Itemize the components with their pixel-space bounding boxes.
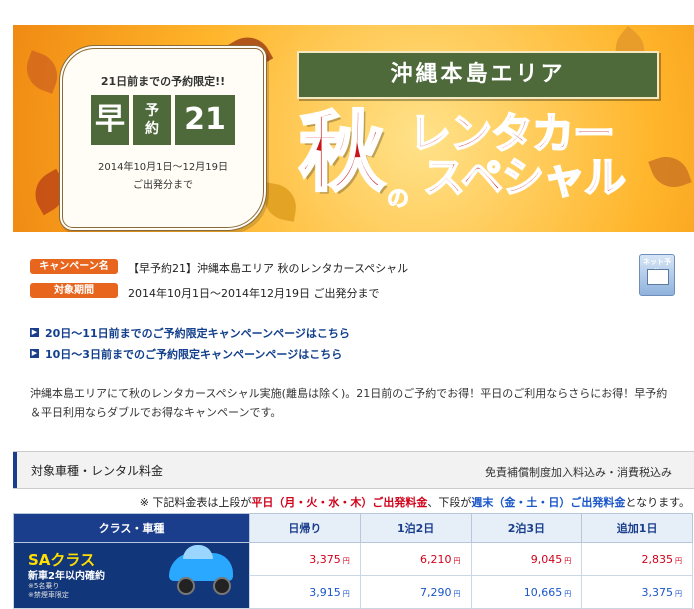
price-value: 9,045 — [530, 552, 563, 566]
campaign-banner: 21日前までの予約限定!! 早 予 約 21 2014年10月1日～12月19日… — [13, 25, 694, 232]
table-note: ※ 下記料金表は上段が平日（月・火・水・木）ご出発料金、下段が週末（金・土・日）… — [140, 494, 690, 510]
price-cell: 9,045 円 — [470, 542, 583, 576]
yen-unit: 円 — [564, 556, 572, 565]
leaf-decoration — [20, 50, 64, 94]
campaign-links: ▶ 20日～11日前までのご予約限定キャンペーンページはこちら ▶ 10日～3日… — [30, 322, 350, 364]
campaign-period-value: 2014年10月1日～2014年12月19日 ご出発分まで — [128, 287, 380, 300]
price-cell: 3,375 円 — [249, 542, 361, 576]
price-cell: 2,835 円 — [581, 542, 693, 576]
yen-unit: 円 — [453, 556, 461, 565]
table-note-weekday: 平日（月・火・水・木）ご出発料金 — [251, 496, 428, 509]
price-value: 3,375 — [309, 552, 341, 566]
car-class-sub: 新車2年以内確約 — [28, 571, 105, 582]
badge-limit-text: 21日前までの予約限定!! — [100, 75, 226, 88]
table-note-weekend: 週末（金・土・日）ご出発料金 — [471, 496, 626, 509]
campaign-name-value: 【早予約21】沖縄本島エリア 秋のレンタカースペシャル — [128, 262, 409, 275]
badge-chip: 予 約 — [133, 95, 171, 145]
badge-period-sub: ご出発分まで — [133, 180, 193, 191]
header-extra-day: 追加1日 — [581, 513, 693, 543]
price-cell: 3,915 円 — [249, 575, 361, 609]
area-tag: 沖縄本島エリア — [297, 51, 659, 99]
car-class-info: SAクラス 新車2年以内確約 ※5名乗り ※禁煙車限定 — [14, 543, 249, 608]
table-header-row: クラス・車種 日帰り 1泊2日 2泊3日 追加1日 — [13, 513, 693, 543]
price-cell: 10,665 円 — [470, 575, 583, 609]
wheel-icon — [213, 577, 231, 595]
badge-chip: 早 — [91, 95, 129, 145]
header-day-trip: 日帰り — [249, 513, 361, 543]
early-booking-badge: 21日前までの予約限定!! 早 予 約 21 2014年10月1日～12月19日… — [59, 45, 267, 231]
price-value: 3,915 — [309, 585, 341, 599]
campaign-link-text[interactable]: 20日～11日前までのご予約限定キャンペーンページはこちら — [45, 325, 350, 341]
price-cell: 6,210 円 — [359, 542, 472, 576]
price-cell: 3,375 円 — [581, 575, 693, 609]
car-class-note: ※禁煙車限定 — [28, 591, 69, 599]
price-value: 2,835 — [641, 552, 674, 566]
header-class: クラス・車種 — [13, 513, 250, 543]
header-1night: 1泊2日 — [359, 513, 472, 543]
arrow-right-icon: ▶ — [30, 328, 39, 337]
car-class-cell: SAクラス 新車2年以内確約 ※5名乗り ※禁煙車限定 — [13, 542, 250, 609]
yen-unit: 円 — [342, 556, 350, 565]
wheel-icon — [177, 577, 195, 595]
banner-no: の — [386, 187, 410, 213]
table-note-prefix: ※ 下記料金表は上段が — [139, 496, 252, 509]
yen-unit: 円 — [342, 589, 350, 598]
table-note-suffix: となります。 — [625, 496, 690, 509]
section-header: 対象車種・レンタル料金 免責補償制度加入料込み・消費税込み — [13, 451, 694, 489]
section-note: 免責補償制度加入料込み・消費税込み — [485, 466, 672, 479]
section-accent-bar — [13, 452, 17, 488]
leaf-decoration — [648, 150, 692, 194]
table-note-middle: 、下段が — [427, 496, 472, 509]
banner-title-line1: レンタカー — [408, 108, 616, 159]
price-value: 3,375 — [641, 585, 674, 599]
campaign-link[interactable]: ▶ 10日～3日前までのご予約限定キャンペーンページはこちら — [30, 343, 350, 364]
campaign-period-label: 対象期間 — [30, 283, 118, 298]
campaign-description: 沖縄本島エリアにて秋のレンタカースペシャル実施(離島は除く)。21日前のご予約で… — [30, 387, 668, 419]
yen-unit: 円 — [564, 589, 572, 598]
price-value: 7,290 — [420, 585, 452, 599]
campaign-link-text[interactable]: 10日～3日前までのご予約限定キャンペーンページはこちら — [45, 346, 342, 362]
price-value: 10,665 — [523, 585, 563, 599]
campaign-link[interactable]: ▶ 20日～11日前までのご予約限定キャンペーンページはこちら — [30, 322, 350, 343]
yen-unit: 円 — [675, 556, 682, 565]
badge-period: 2014年10月1日～12月19日 — [98, 162, 228, 173]
yen-unit: 円 — [453, 589, 461, 598]
arrow-right-icon: ▶ — [30, 349, 39, 358]
rate-table: クラス・車種 日帰り 1泊2日 2泊3日 追加1日 SAクラス 新車2年以内確約… — [13, 513, 693, 609]
campaign-name-label: キャンペーン名 — [30, 259, 118, 274]
net-booking-button[interactable]: ネット予約 — [639, 254, 675, 296]
badge-chip: 21 — [175, 95, 235, 145]
section-title: 対象車種・レンタル料金 — [31, 464, 164, 478]
banner-title-line2: スペシャル — [422, 152, 627, 203]
yen-unit: 円 — [675, 589, 682, 598]
table-row-weekday: SAクラス 新車2年以内確約 ※5名乗り ※禁煙車限定 3,375 円 6,210… — [13, 542, 693, 609]
price-cell: 7,290 円 — [359, 575, 472, 609]
header-2nights: 2泊3日 — [470, 513, 583, 543]
monitor-icon — [647, 269, 669, 285]
price-value: 6,210 — [420, 552, 452, 566]
banner-aki: 秋 — [298, 103, 387, 203]
badge-chip-text: 予 約 — [145, 103, 159, 137]
